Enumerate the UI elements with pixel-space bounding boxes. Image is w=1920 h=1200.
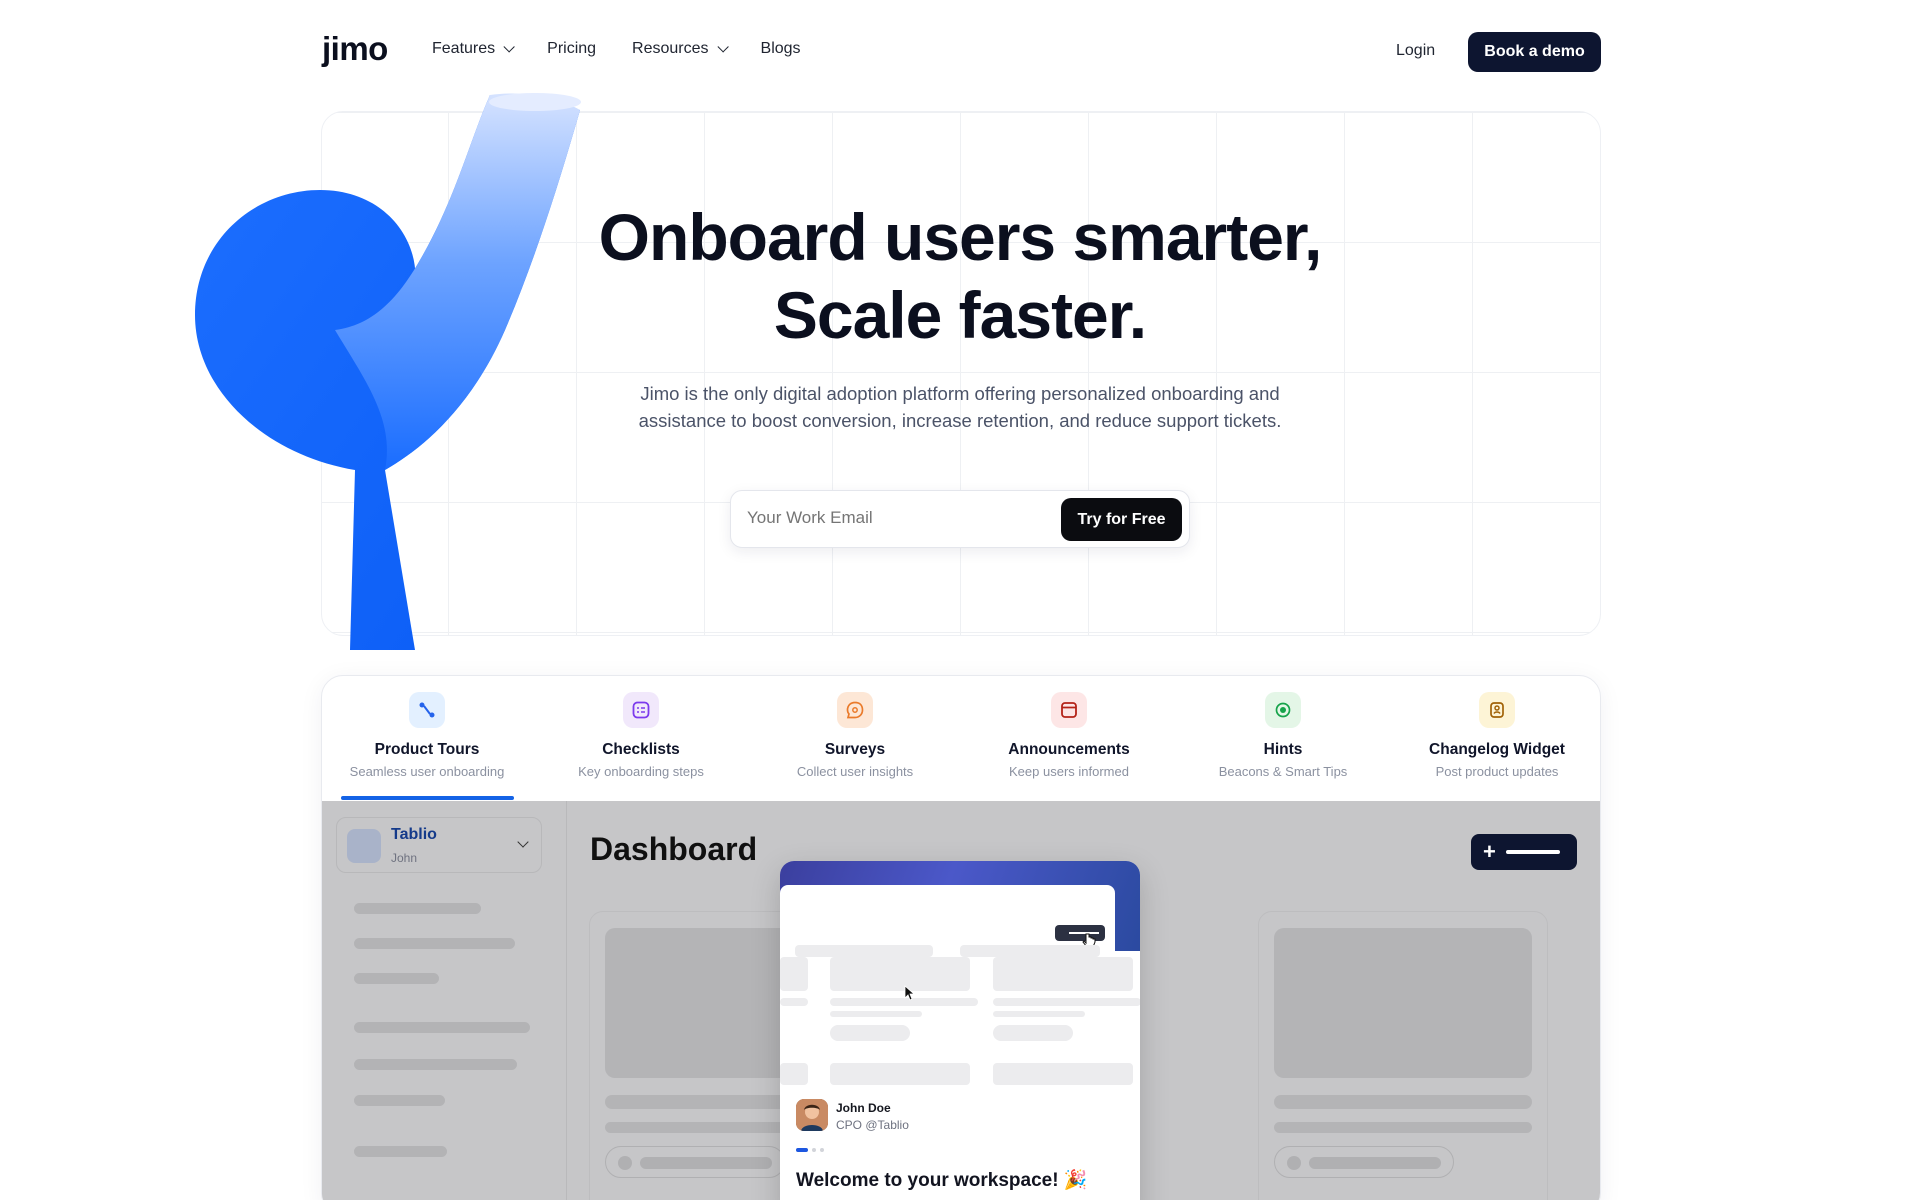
work-email-input[interactable] (747, 508, 1047, 528)
signup-form: Try for Free (730, 490, 1190, 548)
tab-title: Product Tours (374, 741, 480, 758)
beacon-icon (1265, 692, 1301, 728)
sidebar-skeleton-item (354, 1095, 445, 1106)
tab-product-tours[interactable]: Product Tours Seamless user onboarding (322, 692, 532, 779)
chevron-down-icon (517, 836, 529, 848)
nav-blogs[interactable]: Blogs (761, 40, 801, 58)
tab-description: Key onboarding steps (578, 764, 704, 779)
route-icon (409, 692, 445, 728)
nav-pricing[interactable]: Pricing (547, 40, 596, 58)
changelog-icon (1479, 692, 1515, 728)
workspace-avatar (347, 829, 381, 863)
arrow-cursor-icon (904, 985, 916, 1001)
hero-title: Onboard users smarter, Scale faster. (0, 198, 1920, 354)
demo-sidebar: Tablio John (322, 801, 567, 1200)
tab-description: Seamless user onboarding (349, 764, 505, 779)
sidebar-skeleton-item (354, 938, 515, 949)
tab-title: Changelog Widget (1429, 741, 1565, 758)
dashboard-title: Dashboard (590, 831, 758, 867)
author-role: CPO @Tablio (836, 1118, 909, 1132)
tab-surveys[interactable]: Surveys Collect user insights (750, 692, 960, 779)
tour-step-indicator (796, 1148, 824, 1152)
popup-preview-image (780, 885, 1140, 1185)
book-demo-button[interactable]: Book a demo (1468, 32, 1601, 72)
checklist-icon (623, 692, 659, 728)
sidebar-skeleton-item (354, 973, 439, 984)
active-tab-indicator (341, 796, 514, 800)
tab-title: Surveys (824, 741, 886, 758)
add-new-button[interactable]: + (1471, 834, 1577, 870)
survey-icon (837, 692, 873, 728)
chevron-down-icon (716, 41, 729, 53)
tab-description: Collect user insights (796, 764, 914, 779)
author-avatar (796, 1099, 828, 1131)
sidebar-skeleton-item (354, 903, 481, 914)
nav-features[interactable]: Features (432, 40, 515, 58)
author-name: John Doe (836, 1101, 891, 1115)
hero-swoosh-illustration (195, 93, 581, 650)
workspace-user: John (391, 851, 418, 865)
nav-resources-label: Resources (632, 40, 709, 57)
tab-description: Beacons & Smart Tips (1218, 764, 1348, 779)
jimo-logo[interactable]: jimo (322, 30, 388, 68)
dashboard-card[interactable] (1258, 911, 1548, 1200)
top-navigation: jimo Features Pricing Resources Blogs Lo… (0, 0, 1920, 104)
tab-checklists[interactable]: Checklists Key onboarding steps (536, 692, 746, 779)
nav-resources[interactable]: Resources (632, 40, 729, 58)
button-label-placeholder (1505, 850, 1560, 854)
tab-changelog-widget[interactable]: Changelog Widget Post product updates (1392, 692, 1600, 779)
login-link[interactable]: Login (1396, 42, 1435, 60)
tab-description: Post product updates (1435, 764, 1559, 779)
tab-title: Hints (1263, 741, 1303, 758)
tab-title: Announcements (1008, 741, 1130, 758)
hero-title-line-1: Onboard users smarter, (598, 200, 1323, 274)
nav-blogs-label: Blogs (760, 40, 801, 57)
sidebar-skeleton-item (354, 1146, 447, 1157)
announcement-icon (1051, 692, 1087, 728)
preview-button (1055, 925, 1105, 941)
try-for-free-button[interactable]: Try for Free (1061, 498, 1182, 541)
product-tour-popup[interactable]: John Doe CPO @Tablio Welcome to your wor… (780, 861, 1140, 1200)
workspace-name: Tablio (391, 826, 437, 843)
nav-pricing-label: Pricing (547, 40, 597, 57)
chevron-down-icon (503, 41, 515, 53)
nav-links: Features Pricing Resources Blogs (432, 40, 801, 58)
hero-subtitle: Jimo is the only digital adoption platfo… (638, 383, 1282, 431)
plus-icon: + (1483, 839, 1496, 864)
tab-description: Keep users informed (1009, 764, 1129, 779)
tab-title: Checklists (602, 741, 680, 758)
feature-tabs: Product Tours Seamless user onboarding C… (322, 676, 1600, 801)
nav-features-label: Features (432, 40, 496, 57)
sidebar-skeleton-item (354, 1059, 517, 1070)
tab-announcements[interactable]: Announcements Keep users informed (964, 692, 1174, 779)
tab-hints[interactable]: Hints Beacons & Smart Tips (1178, 692, 1388, 779)
tour-welcome-message: Welcome to your workspace! 🎉 (796, 1170, 1088, 1191)
sidebar-skeleton-item (354, 1022, 530, 1033)
workspace-switcher[interactable]: Tablio John (336, 817, 542, 873)
hero-title-line-2: Scale faster. (773, 278, 1147, 352)
